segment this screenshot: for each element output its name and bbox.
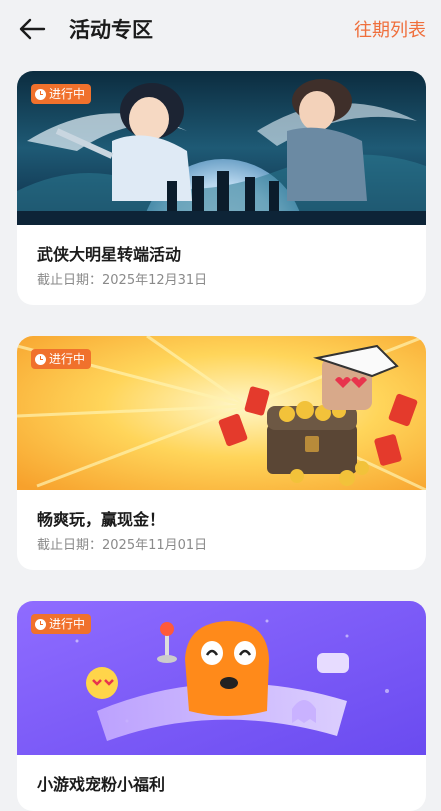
clock-icon — [35, 353, 46, 365]
status-label: 进行中 — [49, 87, 86, 101]
status-badge: 进行中 — [31, 349, 92, 369]
activity-card-2[interactable]: 进行中 畅爽玩，赢现金！ 截止日期：2025年11月01日 — [17, 336, 426, 570]
status-label: 进行中 — [49, 617, 86, 631]
clock-icon — [35, 88, 46, 100]
activity-card-3[interactable]: 进行中 小游戏宠粉小福利 — [17, 601, 426, 811]
arrow-left-icon — [19, 18, 46, 40]
activity-title: 畅爽玩，赢现金！ — [37, 510, 166, 529]
activity-deadline: 截止日期：2025年12月31日 — [37, 273, 208, 288]
status-badge: 进行中 — [31, 84, 92, 104]
activity-banner-1: 进行中 — [17, 71, 426, 225]
activity-title: 武侠大明星转端活动 — [37, 245, 182, 264]
activity-card-1[interactable]: 进行中 武侠大明星转端活动 截止日期：2025年12月31日 — [17, 71, 426, 305]
activity-banner-2: 进行中 — [17, 336, 426, 490]
clock-icon — [35, 618, 46, 630]
history-list-link[interactable]: 往期列表 — [354, 16, 426, 42]
status-label: 进行中 — [49, 352, 86, 366]
activity-banner-3: 进行中 — [17, 601, 426, 755]
activity-deadline: 截止日期：2025年11月01日 — [37, 538, 208, 553]
page-title: 活动专区 — [69, 18, 153, 42]
back-button[interactable] — [17, 14, 47, 44]
status-badge: 进行中 — [31, 614, 92, 634]
activity-title: 小游戏宠粉小福利 — [37, 775, 166, 794]
top-bar: 活动专区 往期列表 — [0, 0, 441, 58]
